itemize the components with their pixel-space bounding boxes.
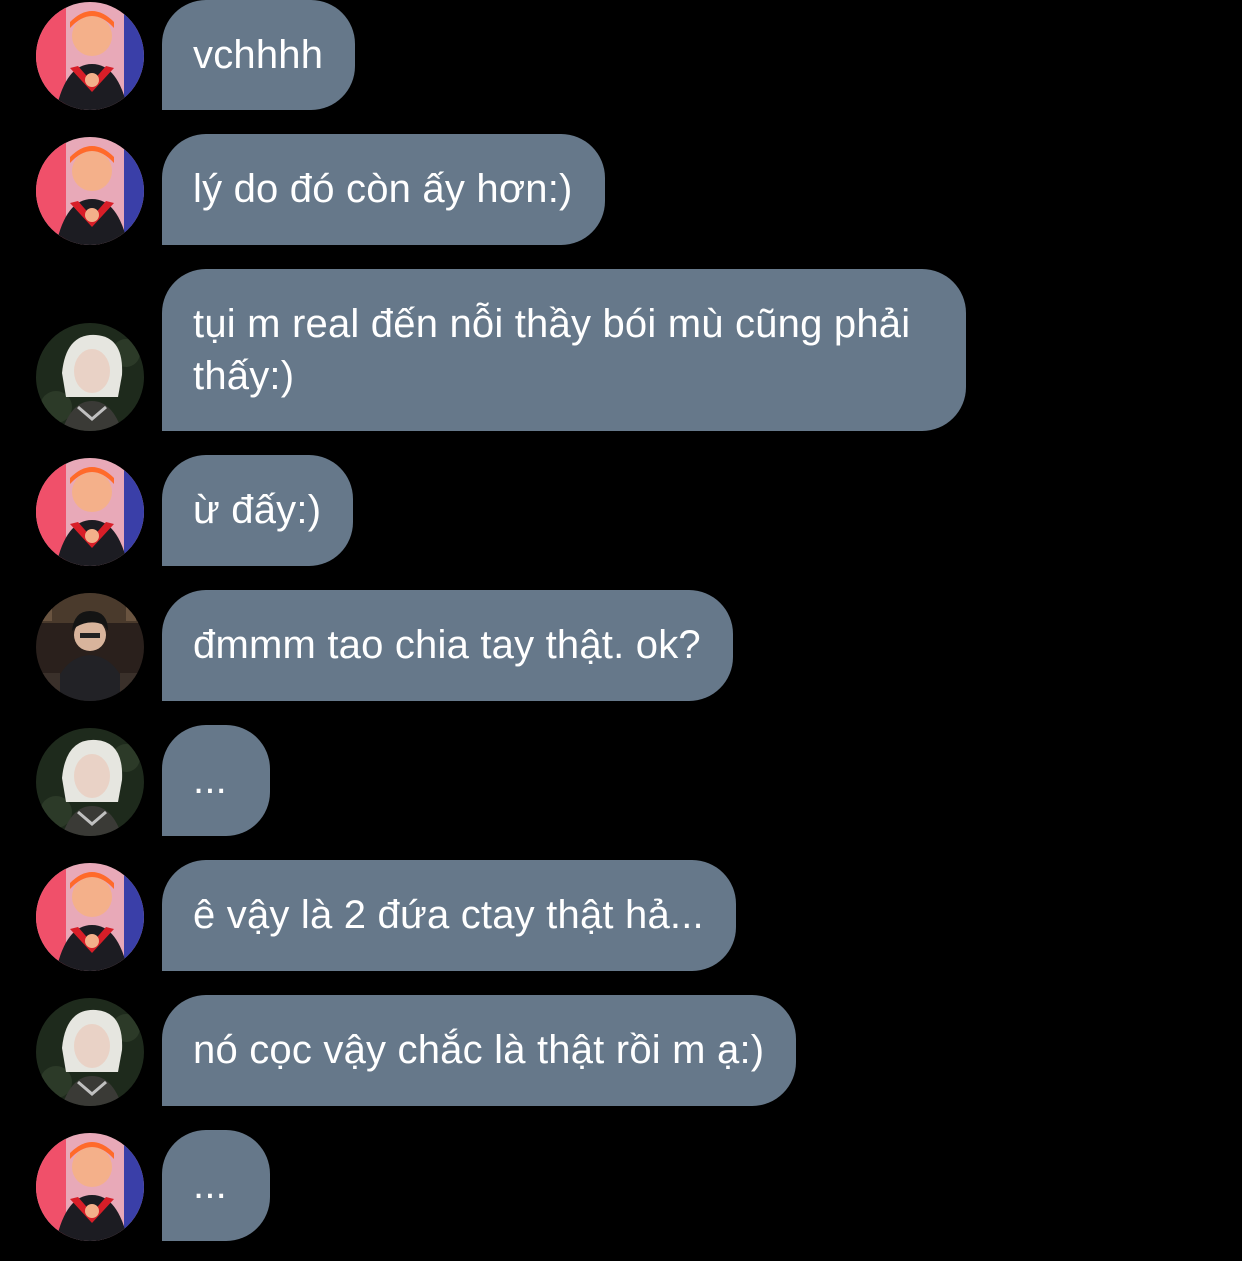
message-bubble: ừ đấy:) bbox=[162, 455, 354, 566]
message-bubble: ê vậy là 2 đứa ctay thật hả... bbox=[162, 860, 736, 971]
message-bubble: lý do đó còn ấy hơn:) bbox=[162, 134, 605, 245]
message-bubble: đmmm tao chia tay thật. ok? bbox=[162, 590, 733, 701]
avatar-orange-hair[interactable] bbox=[36, 2, 144, 110]
message-bubble: tụi m real đến nỗi thầy bói mù cũng phải… bbox=[162, 269, 966, 431]
avatar-orange-hair[interactable] bbox=[36, 863, 144, 971]
avatar-orange-hair[interactable] bbox=[36, 1133, 144, 1241]
message-bubble: ... bbox=[162, 725, 270, 836]
avatar-white-hair[interactable] bbox=[36, 323, 144, 431]
message-bubble: vchhhh bbox=[162, 0, 356, 110]
avatar-dark-hair[interactable] bbox=[36, 593, 144, 701]
avatar-white-hair[interactable] bbox=[36, 998, 144, 1106]
message-bubble: nó cọc vậy chắc là thật rồi m ạ:) bbox=[162, 995, 797, 1106]
message-bubble: ... bbox=[162, 1130, 270, 1241]
avatar-white-hair[interactable] bbox=[36, 728, 144, 836]
avatar-orange-hair[interactable] bbox=[36, 137, 144, 245]
chat-thread: vchhhh lý do đó còn ấy hơn:) tụi m real … bbox=[0, 0, 1242, 1261]
avatar-orange-hair[interactable] bbox=[36, 458, 144, 566]
